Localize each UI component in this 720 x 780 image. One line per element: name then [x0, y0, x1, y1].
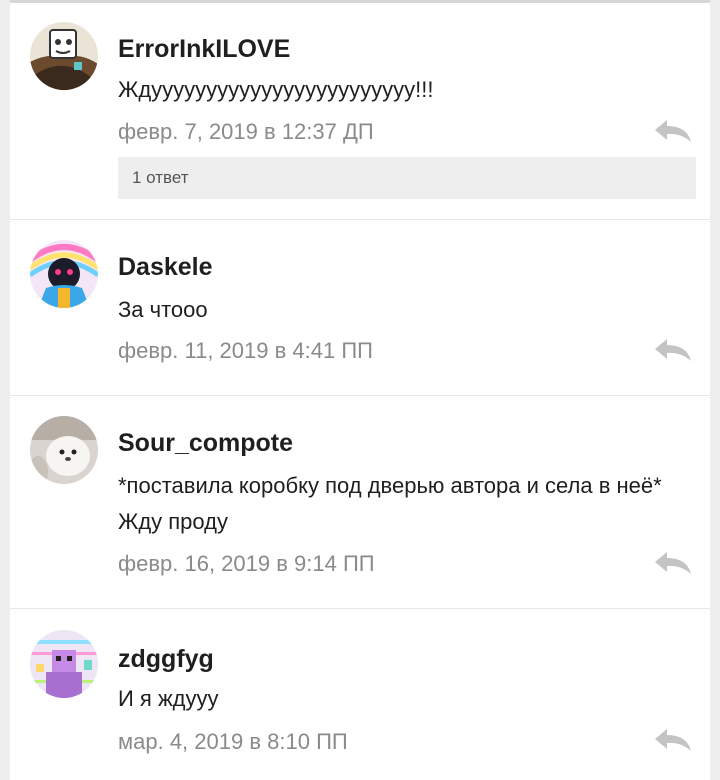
reply-arrow-icon[interactable]: [653, 118, 693, 144]
comment-item: Sour_compote *поставила коробку под двер…: [10, 396, 710, 609]
comment-date: мар. 4, 2019 в 8:10 ПП: [118, 729, 348, 754]
comment-date: февр. 7, 2019 в 12:37 ДП: [118, 119, 374, 144]
avatar[interactable]: [30, 416, 98, 484]
comment-username[interactable]: Daskele: [118, 253, 213, 282]
comments-panel: ErrorInkILOVE Ждуууууууууууууууууууууууу…: [10, 0, 710, 780]
avatar[interactable]: [30, 22, 98, 90]
comment-date: февр. 16, 2019 в 9:14 ПП: [118, 551, 375, 576]
comment-username[interactable]: zdggfyg: [118, 645, 214, 674]
comment-text: И я ждууу: [118, 686, 219, 711]
reply-arrow-icon[interactable]: [653, 727, 693, 753]
avatar[interactable]: [30, 630, 98, 698]
comment-username[interactable]: ErrorInkILOVE: [118, 35, 290, 64]
comment-date: февр. 11, 2019 в 4:41 ПП: [118, 338, 373, 363]
comment-username[interactable]: Sour_compote: [118, 429, 293, 458]
comment-text: Ждуууууууууууууууууууууууу!!!: [118, 77, 434, 102]
comment-text: *поставила коробку под дверью автора и с…: [118, 473, 662, 534]
reply-arrow-icon[interactable]: [653, 550, 693, 576]
comment-item: zdggfyg И я ждууу мар. 4, 2019 в 8:10 ПП: [10, 609, 710, 780]
reply-arrow-icon[interactable]: [653, 337, 693, 363]
comment-item: ErrorInkILOVE Ждуууууууууууууууууууууууу…: [10, 0, 710, 220]
replies-button[interactable]: 1 ответ: [118, 157, 696, 199]
comment-text: За чтооо: [118, 297, 208, 322]
replies-count: 1 ответ: [132, 168, 189, 187]
avatar[interactable]: [30, 240, 98, 308]
comment-item: Daskele За чтооо февр. 11, 2019 в 4:41 П…: [10, 220, 710, 396]
